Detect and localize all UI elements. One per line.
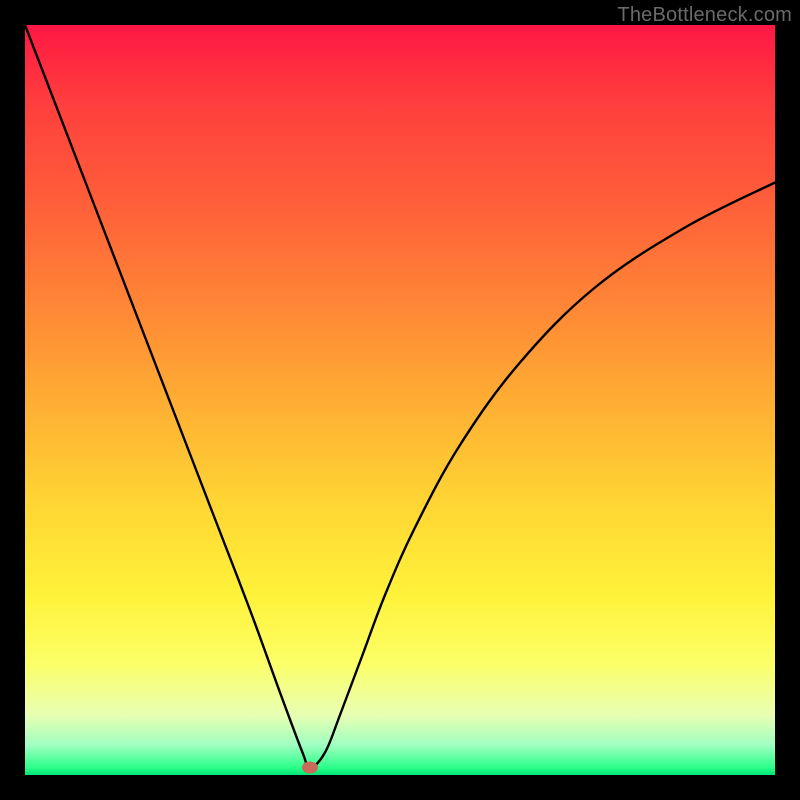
plot-area <box>25 25 775 775</box>
optimum-marker <box>302 762 318 774</box>
bottleneck-curve <box>25 25 775 768</box>
chart-stage: TheBottleneck.com <box>0 0 800 800</box>
curve-svg <box>25 25 775 775</box>
watermark-text: TheBottleneck.com <box>617 4 792 27</box>
